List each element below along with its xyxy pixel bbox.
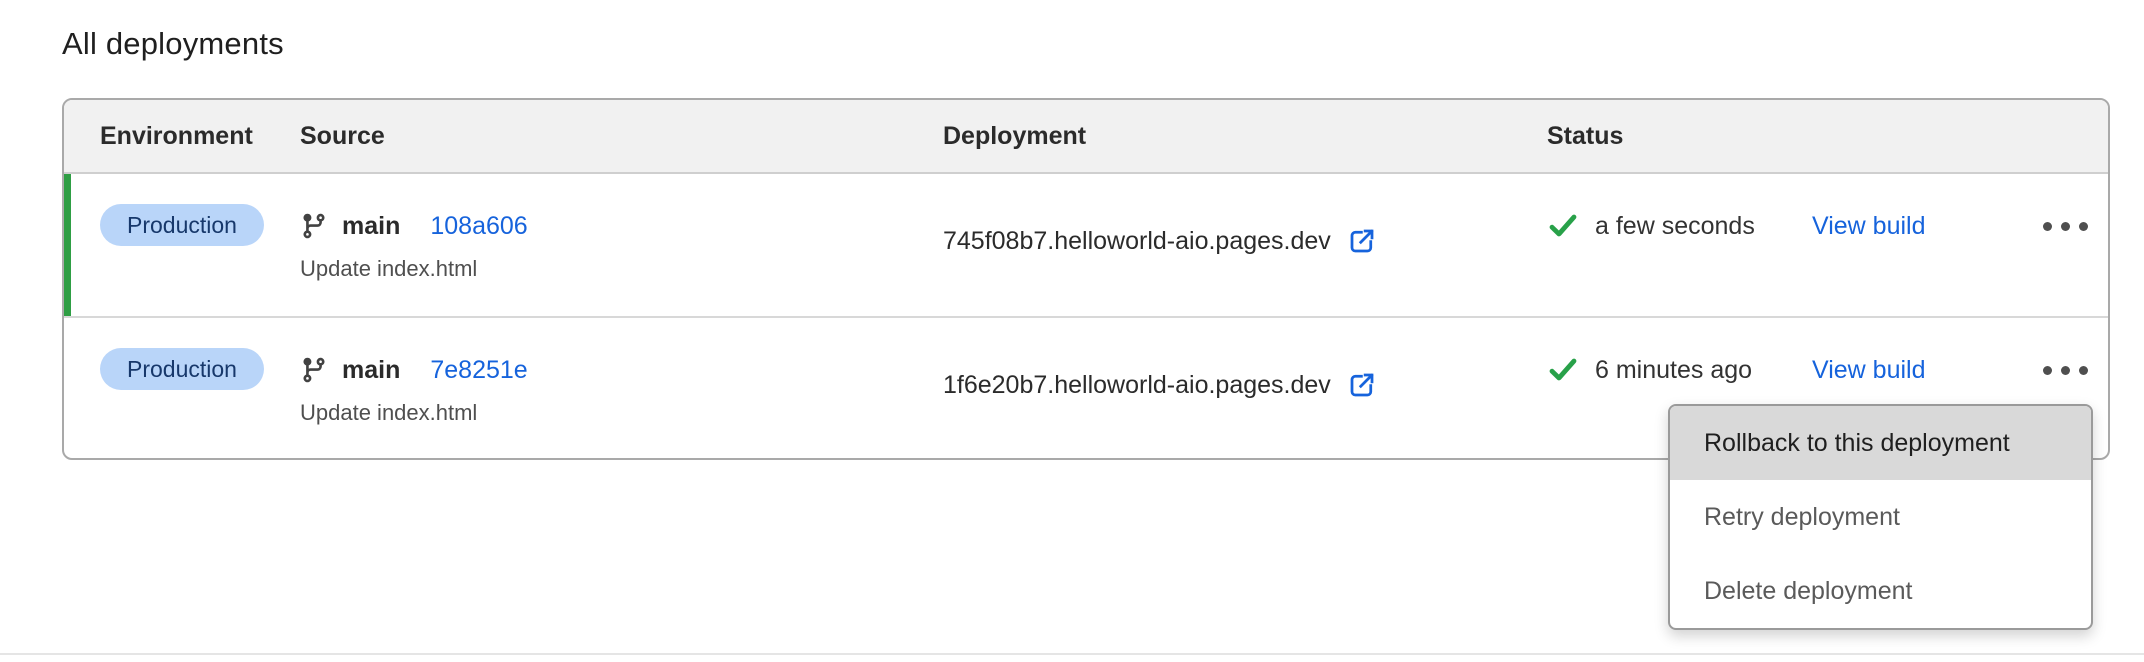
environment-badge: Production [100, 204, 264, 246]
deployment-cell: 745f08b7.helloworld-aio.pages.dev [943, 204, 1547, 278]
branch-name: main [342, 356, 400, 385]
menu-item-retry[interactable]: Retry deployment [1670, 480, 2091, 554]
header-status: Status [1547, 122, 1812, 151]
source-cell: main 108a606 Update index.html [300, 174, 943, 316]
table-header-row: Environment Source Deployment Status [64, 100, 2108, 174]
header-environment: Environment [64, 122, 300, 151]
deployments-page: All deployments Environment Source Deplo… [0, 0, 2144, 662]
external-link-icon[interactable] [1347, 370, 1377, 400]
section-divider [0, 653, 2144, 655]
menu-item-rollback[interactable]: Rollback to this deployment [1670, 406, 2091, 480]
menu-item-delete[interactable]: Delete deployment [1670, 554, 2091, 628]
kebab-menu-icon[interactable] [2037, 348, 2094, 392]
branch-name: main [342, 212, 400, 241]
check-icon [1547, 354, 1579, 386]
deployment-context-menu: Rollback to this deployment Retry deploy… [1668, 404, 2093, 630]
view-build-link[interactable]: View build [1812, 356, 1926, 385]
status-cell: a few seconds [1547, 204, 1812, 248]
view-build-cell: View build [1812, 174, 2022, 316]
deployment-url: 745f08b7.helloworld-aio.pages.dev [943, 227, 1331, 256]
header-deployment: Deployment [943, 122, 1547, 151]
deployment-url: 1f6e20b7.helloworld-aio.pages.dev [943, 371, 1331, 400]
row-menu-cell [2022, 174, 2108, 316]
view-build-link[interactable]: View build [1812, 212, 1926, 241]
environment-badge: Production [100, 348, 264, 390]
commit-link[interactable]: 108a606 [430, 212, 527, 241]
commit-message: Update index.html [300, 256, 943, 282]
environment-cell: Production [64, 174, 300, 316]
commit-link[interactable]: 7e8251e [430, 356, 527, 385]
status-cell: 6 minutes ago [1547, 348, 1812, 392]
git-branch-icon [300, 356, 328, 384]
page-title: All deployments [62, 26, 284, 62]
deployment-cell: 1f6e20b7.helloworld-aio.pages.dev [943, 348, 1547, 422]
status-time: a few seconds [1595, 212, 1755, 241]
status-time: 6 minutes ago [1595, 356, 1752, 385]
commit-message: Update index.html [300, 400, 943, 426]
table-row: Production main 108a606 Update index.htm… [64, 174, 2108, 316]
header-source: Source [300, 122, 943, 151]
kebab-menu-icon[interactable] [2037, 204, 2094, 248]
source-cell: main 7e8251e Update index.html [300, 318, 943, 458]
external-link-icon[interactable] [1347, 226, 1377, 256]
check-icon [1547, 210, 1579, 242]
git-branch-icon [300, 212, 328, 240]
current-deployment-indicator [64, 174, 71, 316]
environment-cell: Production [64, 318, 300, 458]
